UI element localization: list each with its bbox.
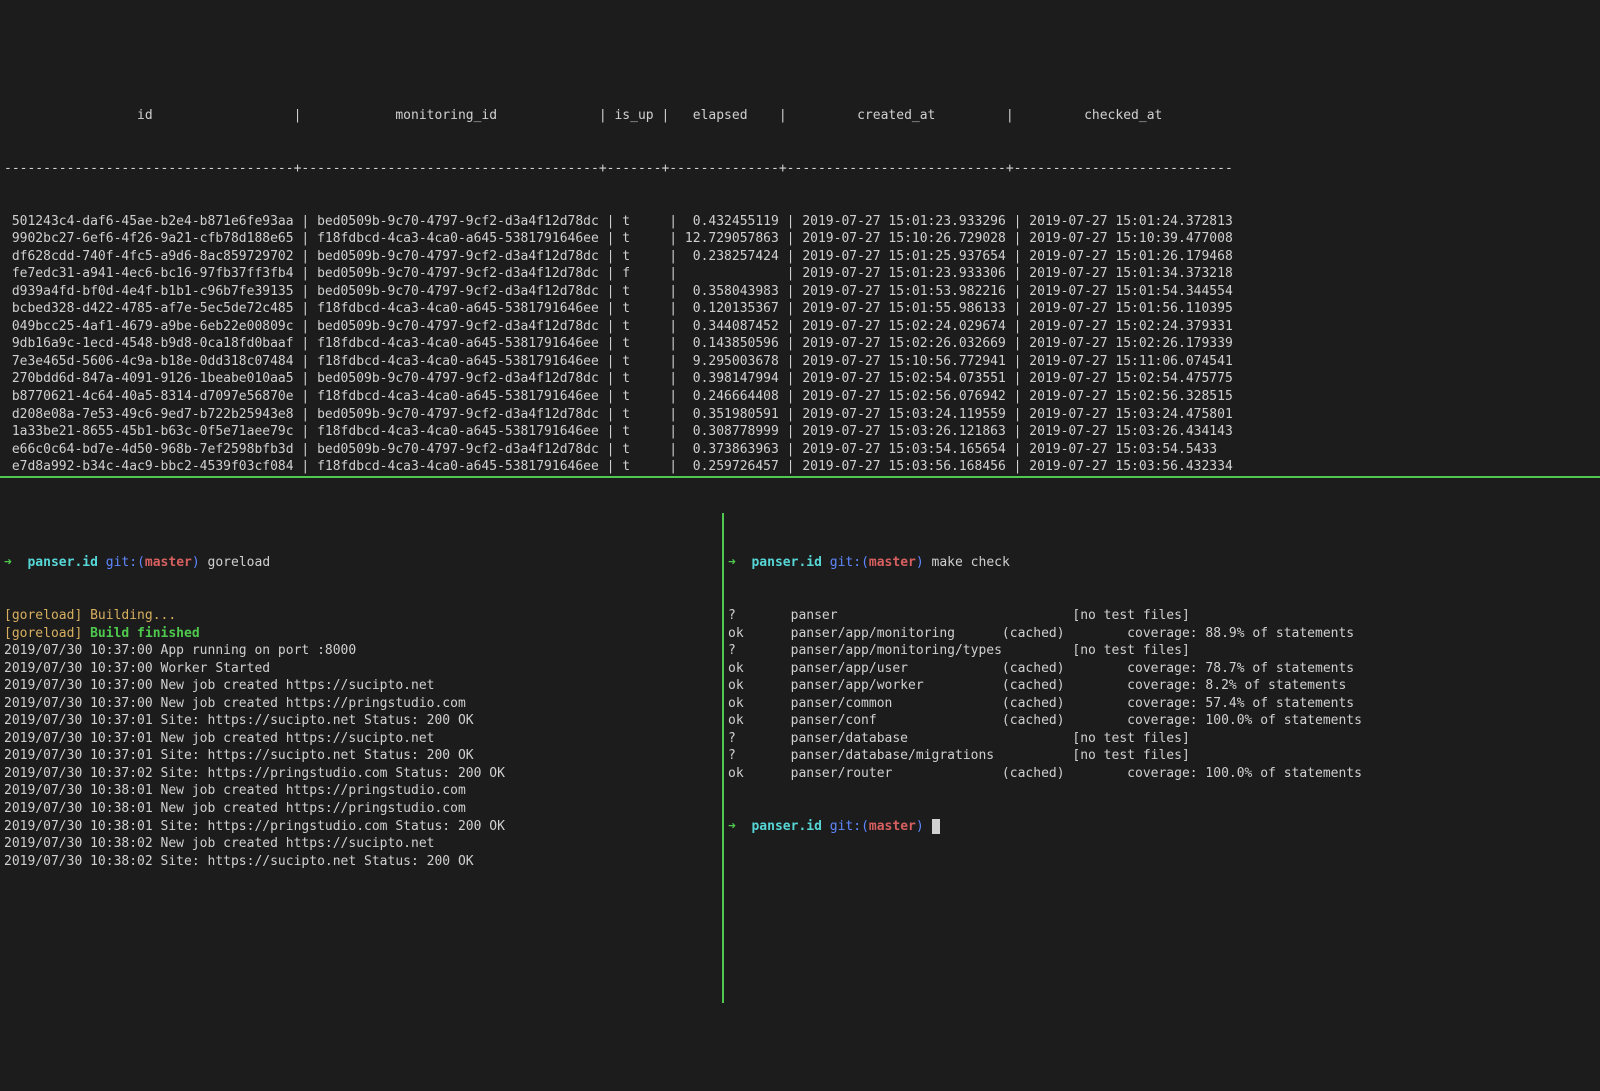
- test-result-line: ok panser/conf (cached) coverage: 100.0%…: [728, 712, 1596, 730]
- table-row: e7d8a992-b34c-4ac9-bbc2-4539f03cf084 | f…: [4, 458, 1596, 476]
- table-row: d939a4fd-bf0d-4e4f-b1b1-c96b7fe39135 | b…: [4, 283, 1596, 301]
- log-line: 2019/07/30 10:38:01 Site: https://prings…: [4, 818, 718, 836]
- table-row: 1a33be21-8655-45b1-b63c-0f5e71aee79c | f…: [4, 423, 1596, 441]
- table-row: 9902bc27-6ef6-4f26-9a21-cfb78d188e65 | f…: [4, 230, 1596, 248]
- log-line: 2019/07/30 10:37:02 Site: https://prings…: [4, 765, 718, 783]
- table-row: 501243c4-daf6-45ae-b2e4-b871e6fe93aa | b…: [4, 213, 1596, 231]
- table-row: 270bdd6d-847a-4091-9126-1beabe010aa5 | b…: [4, 370, 1596, 388]
- test-result-line: ok panser/common (cached) coverage: 57.4…: [728, 695, 1596, 713]
- table-row: e66c0c64-bd7e-4d50-968b-7ef2598bfb3d | b…: [4, 441, 1596, 459]
- log-line: [goreload] Building...: [4, 607, 718, 625]
- test-result-line: ? panser/app/monitoring/types [no test f…: [728, 642, 1596, 660]
- log-line: 2019/07/30 10:37:01 Site: https://sucipt…: [4, 747, 718, 765]
- log-line: 2019/07/30 10:37:00 New job created http…: [4, 677, 718, 695]
- test-result-line: ok panser/app/monitoring (cached) covera…: [728, 625, 1596, 643]
- prompt-line: ➜ panser.id git:(master) goreload: [4, 554, 718, 572]
- log-line: 2019/07/30 10:38:02 New job created http…: [4, 835, 718, 853]
- table-divider: -------------------------------------+--…: [4, 160, 1596, 178]
- log-line: 2019/07/30 10:37:00 New job created http…: [4, 695, 718, 713]
- table-row: fe7edc31-a941-4ec6-bc16-97fb37ff3fb4 | b…: [4, 265, 1596, 283]
- test-result-line: ok panser/app/worker (cached) coverage: …: [728, 677, 1596, 695]
- table-row: df628cdd-740f-4fc5-a9d6-8ac859729702 | b…: [4, 248, 1596, 266]
- table-row: b8770621-4c64-40a5-8314-d7097e56870e | f…: [4, 388, 1596, 406]
- log-line: 2019/07/30 10:37:01 New job created http…: [4, 730, 718, 748]
- terminal-left-pane[interactable]: ➜ panser.id git:(master) goreload [gorel…: [0, 513, 724, 1003]
- log-line: 2019/07/30 10:38:02 Site: https://sucipt…: [4, 853, 718, 871]
- terminal-right-pane[interactable]: ➜ panser.id git:(master) make check ? pa…: [724, 513, 1600, 1003]
- test-result-line: ? panser/database [no test files]: [728, 730, 1596, 748]
- cursor-icon: [932, 819, 940, 834]
- test-result-line: ? panser [no test files]: [728, 607, 1596, 625]
- table-body: 501243c4-daf6-45ae-b2e4-b871e6fe93aa | b…: [4, 213, 1596, 479]
- table-row: 9db16a9c-1ecd-4548-b9d8-0ca18fd0baaf | f…: [4, 335, 1596, 353]
- table-row: 0c3aa4bd-9c31-47b9-a966-a3925a02972f | b…: [4, 476, 1596, 478]
- test-result-line: ok panser/router (cached) coverage: 100.…: [728, 765, 1596, 783]
- log-line: 2019/07/30 10:38:01 New job created http…: [4, 782, 718, 800]
- prompt-line-idle[interactable]: ➜ panser.id git:(master): [728, 818, 1596, 836]
- table-row: 7e3e465d-5606-4c9a-b18e-0dd318c07484 | f…: [4, 353, 1596, 371]
- test-result-line: ok panser/app/user (cached) coverage: 78…: [728, 660, 1596, 678]
- table-row: d208e08a-7e53-49c6-9ed7-b722b25943e8 | b…: [4, 406, 1596, 424]
- log-line: 2019/07/30 10:37:01 Site: https://sucipt…: [4, 712, 718, 730]
- test-result-line: ? panser/database/migrations [no test fi…: [728, 747, 1596, 765]
- sql-output-pane[interactable]: id | monitoring_id | is_up | elapsed | c…: [0, 70, 1600, 478]
- log-line: [goreload] Build finished: [4, 625, 718, 643]
- table-header: id | monitoring_id | is_up | elapsed | c…: [4, 107, 1596, 125]
- table-row: bcbed328-d422-4785-af7e-5ec5de72c485 | f…: [4, 300, 1596, 318]
- log-line: 2019/07/30 10:37:00 App running on port …: [4, 642, 718, 660]
- prompt-line: ➜ panser.id git:(master) make check: [728, 554, 1596, 572]
- log-line: 2019/07/30 10:38:01 New job created http…: [4, 800, 718, 818]
- table-row: 049bcc25-4af1-4679-a9be-6eb22e00809c | b…: [4, 318, 1596, 336]
- log-line: 2019/07/30 10:37:00 Worker Started: [4, 660, 718, 678]
